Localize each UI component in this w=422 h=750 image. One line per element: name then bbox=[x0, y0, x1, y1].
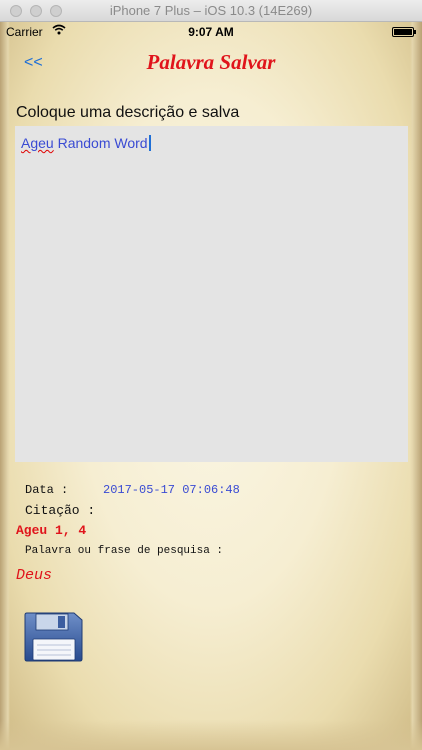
floppy-disk-icon bbox=[24, 612, 84, 665]
search-phrase-value: Deus bbox=[16, 567, 53, 584]
parchment-edge-right bbox=[410, 22, 422, 750]
page-title: Palavra Salvar bbox=[146, 50, 276, 74]
date-label: Data : bbox=[25, 483, 69, 497]
parchment-edge-left bbox=[0, 22, 10, 750]
simulator-title: iPhone 7 Plus – iOS 10.3 (14E269) bbox=[109, 3, 313, 18]
misspelled-word: Ageu bbox=[21, 135, 54, 151]
description-text-area[interactable] bbox=[15, 126, 408, 462]
text-caret bbox=[148, 135, 151, 151]
description-text-value[interactable]: Ageu Random Word bbox=[21, 135, 151, 151]
description-instructions: Coloque uma descrição e salva bbox=[16, 104, 240, 121]
save-button[interactable] bbox=[24, 612, 84, 662]
date-value: 2017-05-17 07:06:48 bbox=[103, 483, 240, 497]
parchment-edge-bottom bbox=[0, 720, 422, 750]
battery-icon bbox=[392, 27, 416, 37]
citation-label: Citação : bbox=[25, 503, 96, 518]
status-bar: Carrier 9:07 AM bbox=[0, 22, 422, 42]
citation-value: Ageu 1, 4 bbox=[16, 523, 87, 538]
description-text-rest: Random Word bbox=[53, 135, 148, 151]
search-phrase-label: Palavra ou frase de pesquisa : bbox=[25, 545, 224, 557]
status-time: 9:07 AM bbox=[188, 25, 234, 39]
simulator-title-bar: iPhone 7 Plus – iOS 10.3 (14E269) bbox=[0, 0, 422, 22]
